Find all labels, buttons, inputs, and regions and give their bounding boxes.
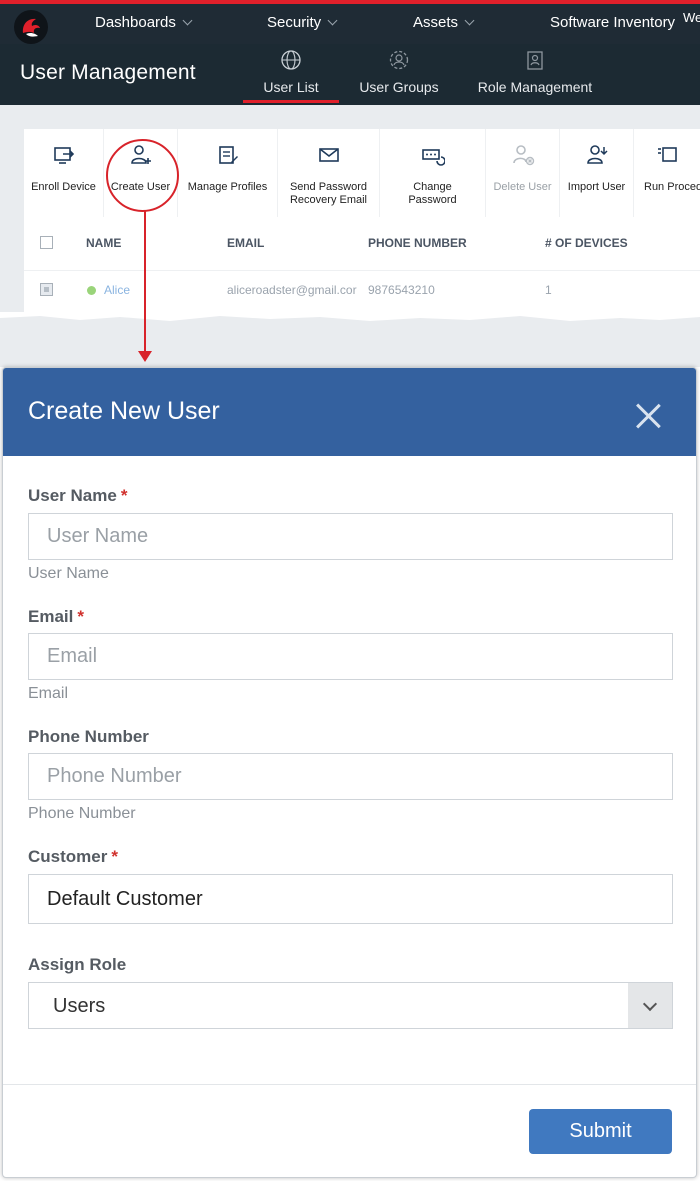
manage-profiles-icon (218, 146, 238, 164)
app-logo-icon[interactable] (14, 10, 48, 44)
tab-user-list-label: User List (263, 79, 319, 95)
dialog-title: Create New User (28, 397, 220, 425)
column-header-phone[interactable]: PHONE NUMBER (368, 236, 467, 250)
row-checkbox[interactable] (40, 283, 53, 296)
email-label: Email * (28, 607, 84, 627)
enroll-device-label: Enroll Device (31, 181, 96, 193)
nav-security-label: Security (267, 14, 322, 31)
tab-role-management-label: Role Management (477, 79, 593, 95)
run-procedure-label: Run Proced (644, 181, 700, 193)
change-password-line-2: Password (408, 194, 457, 206)
customer-label: Customer * (28, 847, 118, 867)
phone-number-input[interactable] (28, 753, 673, 800)
nav-assets[interactable]: Assets (413, 14, 475, 31)
nav-software-inventory-label: Software Inventory (550, 14, 676, 31)
torn-edge-divider (0, 312, 700, 332)
send-password-recovery-email-button[interactable]: Send Password Recovery Email (278, 129, 380, 217)
globe-users-icon (281, 50, 301, 70)
tab-user-groups-label: User Groups (359, 79, 439, 95)
callout-line (144, 211, 146, 353)
enroll-device-icon (53, 147, 74, 164)
send-password-line-2: Recovery Email (289, 194, 368, 206)
submit-button[interactable]: Submit (529, 1109, 672, 1154)
import-user-button[interactable]: Import User (560, 129, 634, 217)
import-user-icon (586, 145, 608, 164)
delete-user-icon (512, 145, 534, 166)
username-input[interactable] (28, 513, 673, 560)
manage-profiles-label: Manage Profiles (187, 181, 268, 193)
highlight-circle (106, 139, 179, 212)
run-procedure-icon (658, 147, 677, 162)
email-hint: Email (28, 685, 69, 702)
send-password-label: Send Password Recovery Email (278, 181, 379, 207)
tab-user-list[interactable]: User List (243, 44, 339, 105)
import-user-label: Import User (567, 181, 626, 193)
table-divider (24, 270, 700, 271)
table-row-phone: 9876543210 (368, 283, 435, 297)
required-marker: * (111, 847, 118, 866)
run-procedure-button[interactable]: Run Proced (634, 129, 700, 217)
close-icon[interactable] (634, 402, 662, 430)
table-row-devices: 1 (545, 283, 552, 297)
required-marker: * (77, 607, 84, 626)
arrow-down-icon (138, 351, 152, 362)
nav-assets-label: Assets (413, 14, 459, 31)
chevron-down-icon (327, 15, 338, 26)
column-header-email[interactable]: EMAIL (227, 236, 264, 250)
chevron-down-icon (182, 15, 193, 26)
user-groups-icon (389, 50, 409, 70)
change-password-label: Change Password (380, 181, 485, 207)
username-label-text: User Name (28, 486, 117, 505)
envelope-icon (318, 148, 339, 162)
assign-role-label: Assign Role (28, 955, 127, 974)
username-label: User Name * (28, 486, 127, 506)
assign-role-select[interactable]: Users (28, 982, 673, 1029)
column-header-name[interactable]: NAME (86, 236, 121, 250)
change-password-icon (421, 149, 445, 166)
nav-dashboards-label: Dashboards (95, 14, 176, 31)
active-tab-indicator (243, 100, 339, 103)
enroll-device-button[interactable]: Enroll Device (24, 129, 104, 217)
nav-dashboards[interactable]: Dashboards (95, 14, 193, 31)
chevron-down-icon (464, 15, 475, 26)
manage-profiles-button[interactable]: Manage Profiles (178, 129, 278, 217)
page-title: User Management (20, 61, 196, 84)
customer-label-text: Customer (28, 847, 108, 866)
change-password-button[interactable]: Change Password (380, 129, 486, 217)
delete-user-button[interactable]: Delete User (486, 129, 560, 217)
dialog-header: Create New User (3, 368, 696, 456)
phone-hint: Phone Number (28, 805, 136, 822)
required-marker: * (120, 486, 128, 505)
chevron-down-icon[interactable] (628, 983, 672, 1028)
role-management-icon (527, 51, 543, 70)
table-row-name[interactable]: Alice (104, 283, 130, 297)
delete-user-label: Delete User (493, 181, 552, 193)
username-hint: User Name (28, 565, 109, 582)
top-navigation-bar: Dashboards Security Assets Software Inve… (0, 0, 700, 44)
assign-role-value: Users (53, 995, 106, 1017)
email-label-text: Email (28, 607, 74, 626)
nav-security[interactable]: Security (267, 14, 338, 31)
phone-label: Phone Number (28, 727, 149, 746)
footer-divider (3, 1084, 696, 1085)
create-user-dialog: Create New User User Name* User Name Ema… (2, 367, 697, 1178)
tab-user-groups[interactable]: User Groups (352, 44, 446, 105)
sub-header: User Management User List User Groups Ro… (0, 44, 700, 105)
online-status-icon (87, 286, 96, 295)
send-password-line-1: Send Password (289, 181, 368, 193)
tab-role-management[interactable]: Role Management (470, 44, 600, 105)
column-header-devices[interactable]: # OF DEVICES (545, 236, 628, 250)
nav-corner-text[interactable]: We (683, 10, 700, 25)
table-row-email: aliceroadster@gmail.cor (227, 283, 357, 297)
email-input[interactable] (28, 633, 673, 680)
nav-software-inventory[interactable]: Software Inventory (550, 14, 675, 31)
select-all-checkbox[interactable] (40, 236, 53, 249)
customer-input[interactable] (28, 874, 673, 924)
change-password-line-1: Change (413, 181, 452, 193)
